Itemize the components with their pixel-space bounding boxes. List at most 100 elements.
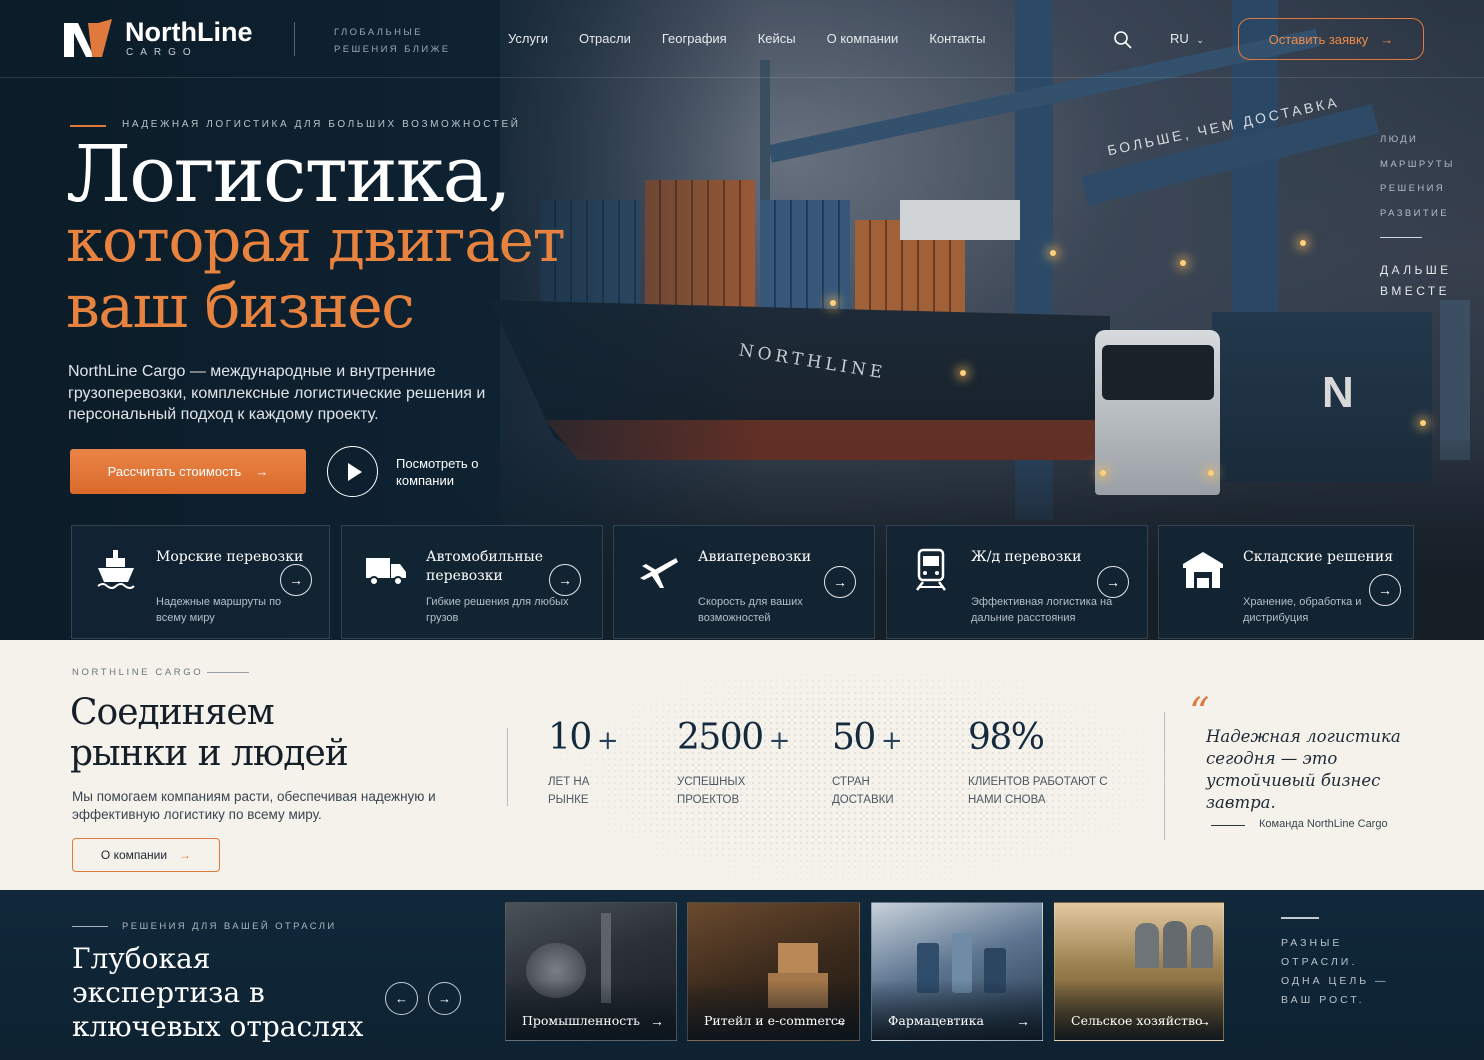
service-subtitle: Гибкие решения для любых грузов <box>426 596 569 624</box>
stat-suffix: + <box>596 726 619 756</box>
tile-shade <box>506 980 676 1040</box>
calculate-cost-button[interactable]: Рассчитать стоимость → <box>70 449 306 494</box>
ship-icon <box>97 550 135 589</box>
truck-windshield <box>1102 345 1214 400</box>
service-subtitle: Эффективная логистика на дальние расстоя… <box>971 596 1113 624</box>
arrow-right-icon[interactable]: → <box>280 564 312 596</box>
stat-label: ЛЕТ НА РЫНКЕ <box>548 776 590 806</box>
service-card-warehouse[interactable]: Складские решения Хранение, обработка и … <box>1158 525 1414 639</box>
industries-section: РЕШЕНИЯ ДЛЯ ВАШЕЙ ОТРАСЛИ Глубокая экспе… <box>0 890 1484 1060</box>
quote-text: Надежная логистика сегодня — это устойчи… <box>1206 727 1401 812</box>
tile-shade <box>872 980 1042 1040</box>
site-header: NorthLine CARGO ГЛОБАЛЬНЫЕ РЕШЕНИЯ БЛИЖЕ… <box>0 0 1484 78</box>
search-icon[interactable] <box>1113 30 1133 50</box>
arrow-right-icon: → <box>650 1013 664 1029</box>
industries-side-slogan: РАЗНЫЕ ОТРАСЛИ. ОДНА ЦЕЛЬ — ВАШ РОСТ. <box>1281 937 1389 1006</box>
hero-eyebrow: НАДЕЖНАЯ ЛОГИСТИКА ДЛЯ БОЛЬШИХ ВОЗМОЖНОС… <box>122 119 521 130</box>
hero-description: NorthLine Cargo — международные и внутре… <box>68 363 486 423</box>
stat-years: 10 + ЛЕТ НА РЫНКЕ <box>548 716 628 809</box>
eyebrow-line <box>207 672 249 673</box>
side-keyword: РАЗВИТИЕ <box>1380 207 1450 219</box>
stat-label: КЛИЕНТОВ РАБОТАЮТ С НАМИ СНОВА <box>968 776 1108 806</box>
request-button-label: Оставить заявку <box>1268 31 1369 47</box>
service-card-road[interactable]: Автомобильные перевозки Гибкие решения д… <box>341 525 603 639</box>
eyebrow-line <box>70 125 106 127</box>
box-image <box>778 943 818 973</box>
side-divider <box>1380 237 1422 238</box>
dock-light <box>830 300 836 306</box>
hero-title-line-3: ваш бизнес <box>66 272 415 342</box>
truck-headlight <box>1100 470 1106 476</box>
industries-title: Глубокая экспертиза в ключевых отраслях <box>72 942 364 1043</box>
distant-crane <box>1440 300 1470 460</box>
truck-icon <box>366 558 406 586</box>
nav-item-industries[interactable]: Отрасли <box>579 31 631 46</box>
nav-item-geography[interactable]: География <box>662 31 727 46</box>
stat-number: 50 <box>832 717 876 758</box>
stat-suffix: + <box>768 726 791 756</box>
industry-tile-manufacturing[interactable]: Промышленность → <box>505 902 677 1041</box>
request-button[interactable]: Оставить заявку → <box>1238 18 1424 60</box>
truck-logo: N <box>1322 368 1354 417</box>
industry-tile-retail[interactable]: Ритейл и e-commerce → <box>687 902 860 1041</box>
eyebrow-line <box>72 926 108 927</box>
language-selector[interactable]: RU ⌄ <box>1170 31 1204 46</box>
service-title: Ж/д перевозки <box>971 549 1082 565</box>
side-keyword: РЕШЕНИЯ <box>1380 183 1446 194</box>
arrow-right-icon: → <box>179 848 192 862</box>
service-subtitle: Скорость для ваших возможностей <box>698 596 803 624</box>
arrow-right-icon[interactable]: → <box>1369 574 1401 606</box>
stat-clients: 98% КЛИЕНТОВ РАБОТАЮТ С НАМИ СНОВА <box>968 716 1133 809</box>
service-subtitle: Хранение, обработка и дистрибуция <box>1243 596 1362 624</box>
nav-item-about[interactable]: О компании <box>827 31 899 46</box>
stat-label: СТРАН ДОСТАВКИ <box>832 776 894 806</box>
main-nav: Услуги Отрасли География Кейсы О компани… <box>508 31 1016 46</box>
industry-tile-agriculture[interactable]: Сельское хозяйство → <box>1054 902 1224 1041</box>
watch-video-label[interactable]: Посмотреть о компании <box>396 455 496 489</box>
arrow-right-icon[interactable]: → <box>1097 566 1129 598</box>
silo-image <box>1191 925 1213 968</box>
arrow-right-icon: → <box>1016 1013 1030 1029</box>
dock-light <box>1420 420 1426 426</box>
stat-number: 2500 <box>677 717 764 758</box>
side-divider <box>1281 917 1319 919</box>
stat-label: УСПЕШНЫХ ПРОЕКТОВ <box>677 776 746 806</box>
stat-value: 50 + <box>832 716 912 763</box>
side-keyword: МАРШРУТЫ <box>1380 158 1455 170</box>
side-keyword-list: ЛЮДИ МАРШРУТЫ РЕШЕНИЯ РАЗВИТИЕ <box>1380 128 1455 226</box>
service-card-rail[interactable]: Ж/д перевозки Эффективная логистика на д… <box>886 525 1148 639</box>
service-card-sea[interactable]: Морские перевозки Надежные маршруты по в… <box>71 525 330 639</box>
industries-eyebrow: РЕШЕНИЯ ДЛЯ ВАШЕЙ ОТРАСЛИ <box>122 921 337 932</box>
silo-image <box>1135 923 1159 968</box>
arrow-right-icon: → <box>1380 31 1394 47</box>
stats-divider <box>507 728 508 806</box>
quote-author-line <box>1211 825 1245 826</box>
quote-divider <box>1164 712 1165 840</box>
arrow-right-icon[interactable]: → <box>428 982 461 1015</box>
nav-item-contacts[interactable]: Контакты <box>929 31 985 46</box>
nav-item-services[interactable]: Услуги <box>508 31 548 46</box>
arrow-right-icon[interactable]: → <box>549 564 581 596</box>
stat-value: 2500 + <box>677 716 791 763</box>
service-card-air[interactable]: Авиаперевозки Скорость для ваших возможн… <box>613 525 875 639</box>
dock-light <box>1300 240 1306 246</box>
brand-subtitle: CARGO <box>126 47 198 58</box>
industry-tile-pharma[interactable]: Фармацевтика → <box>871 902 1043 1041</box>
stat-number: 10 <box>548 717 592 758</box>
hero-title-line-2: которая двигает <box>66 206 566 276</box>
container-stack <box>760 200 850 320</box>
arrow-left-icon[interactable]: ← <box>385 982 418 1015</box>
brand-name[interactable]: NorthLine <box>125 17 253 48</box>
northline-logo-icon[interactable] <box>64 19 112 57</box>
plane-icon <box>640 558 678 588</box>
tile-shade <box>1055 980 1223 1040</box>
hero-title-line-1: Логистика, <box>66 130 512 220</box>
play-video-button[interactable] <box>327 446 378 497</box>
about-title: Соединяем рынки и людей <box>70 692 349 774</box>
tile-label: Промышленность <box>522 1013 640 1028</box>
arrow-right-icon: → <box>833 1013 847 1029</box>
arrow-right-icon[interactable]: → <box>824 566 856 598</box>
about-company-button[interactable]: О компании → <box>72 838 220 872</box>
tile-label: Фармацевтика <box>888 1013 984 1028</box>
nav-item-cases[interactable]: Кейсы <box>758 31 796 46</box>
